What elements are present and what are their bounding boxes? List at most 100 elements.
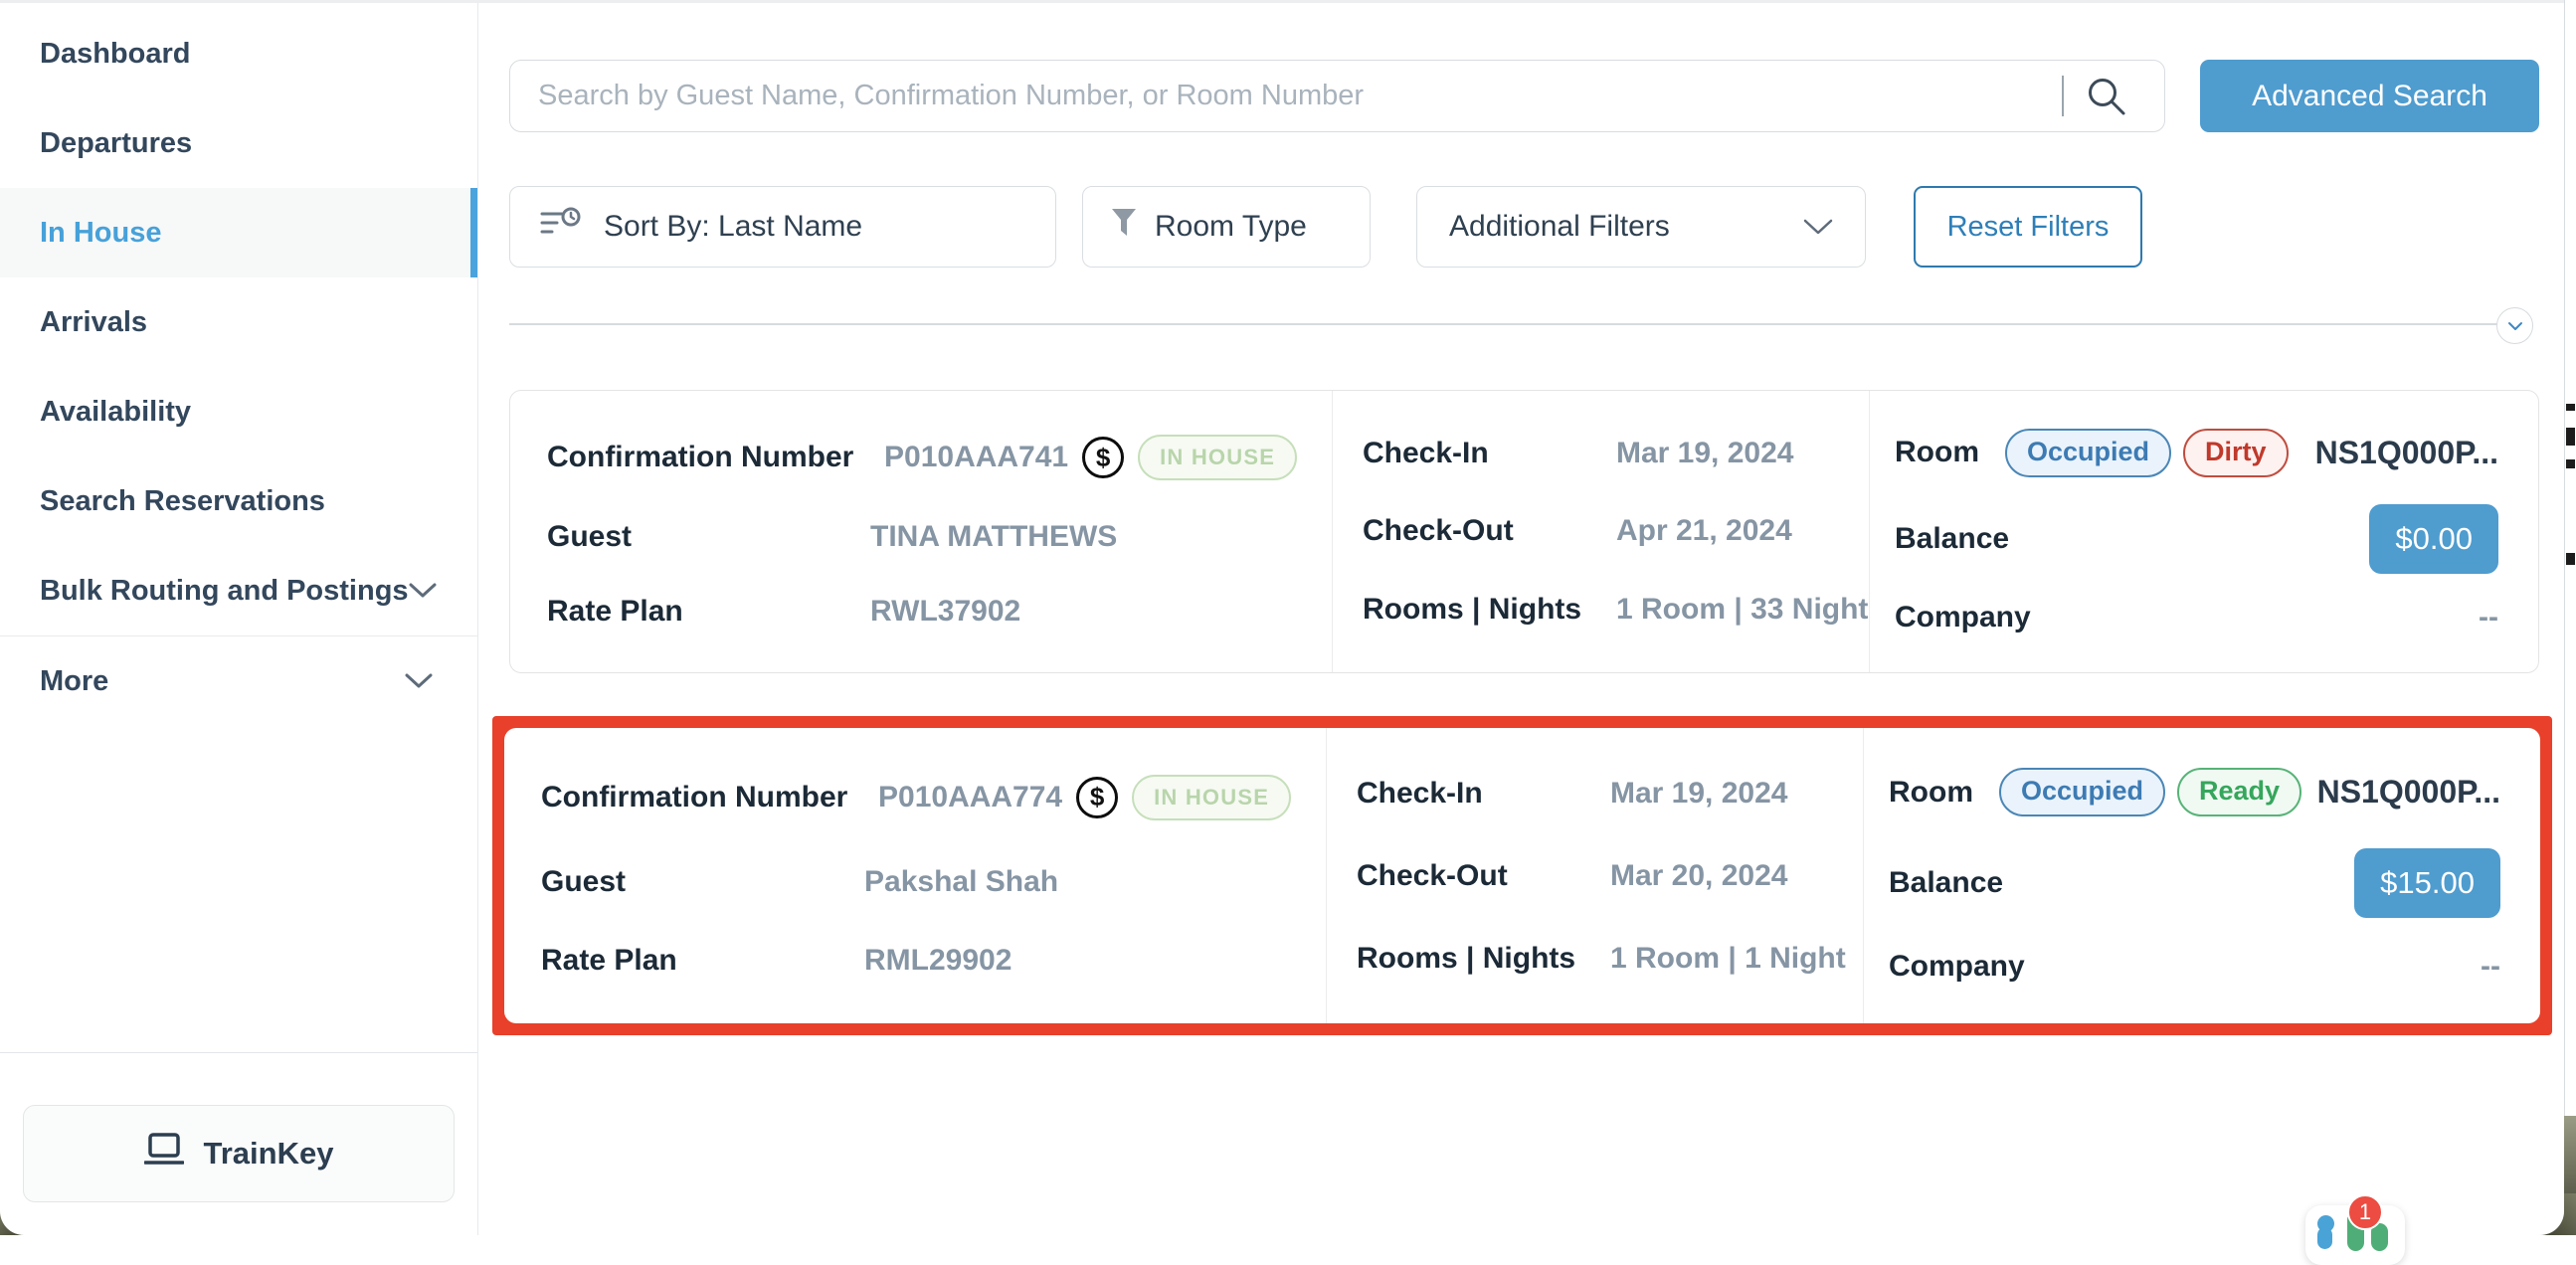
laptop-icon [144,1133,184,1175]
sort-by-label: Sort By: Last Name [604,210,862,244]
sidebar-item-in-house[interactable]: In House [0,188,477,277]
rate-plan-label: Rate Plan [547,595,870,629]
guest-label: Guest [547,520,870,554]
sidebar-item-departures[interactable]: Departures [0,98,477,188]
search-icon[interactable] [2086,76,2127,122]
sidebar-item-search-reservations[interactable]: Search Reservations [0,456,477,546]
guest-row: Guest Pakshal Shah [541,865,1306,899]
sidebar-item-more[interactable]: More [0,636,477,726]
additional-filters-button[interactable]: Additional Filters [1416,186,1866,268]
room-type-label: Room Type [1155,210,1307,244]
chat-icon-shape [2317,1227,2332,1249]
checkout-label: Check-Out [1363,514,1616,548]
reservation-card[interactable]: Confirmation Number P010AAA741 $ IN HOUS… [509,390,2539,673]
card-dates-column: Check-In Mar 19, 2024 Check-Out Mar 20, … [1326,728,1863,1023]
screen-edge-artifact [2566,459,2575,468]
balance-button[interactable]: $15.00 [2354,848,2500,918]
room-row: Room Occupied Ready NS1Q000P... [1889,768,2500,816]
sidebar-item-dashboard[interactable]: Dashboard [0,9,477,98]
company-row: Company -- [1889,950,2500,984]
advanced-search-button[interactable]: Advanced Search [2200,60,2539,132]
sidebar-item-arrivals[interactable]: Arrivals [0,277,477,367]
chevron-down-icon [1803,210,1833,244]
funnel-icon [1111,208,1137,246]
confirmation-label: Confirmation Number [547,441,870,474]
screen-edge-artifact [2566,428,2575,446]
sidebar-item-label: In House [40,217,161,250]
checkout-row: Check-Out Apr 21, 2024 [1363,514,1869,548]
room-occupancy-badge: Occupied [1999,768,2165,816]
balance-row: Balance $15.00 [1889,848,2500,918]
room-number: NS1Q000P... [2317,774,2500,811]
room-clean-status-badge: Ready [2177,768,2301,816]
chevron-down-icon [405,673,433,689]
screen-edge-artifact [2566,553,2575,565]
rooms-nights-label: Rooms | Nights [1357,942,1610,976]
balance-button[interactable]: $0.00 [2369,504,2498,574]
sidebar-nav-list: Dashboard Departures In House Arrivals A… [0,9,477,726]
card-room-column: Room Occupied Ready NS1Q000P... Balance … [1863,728,2540,1023]
checkin-row: Check-In Mar 19, 2024 [1363,437,1869,470]
additional-filters-label: Additional Filters [1449,210,1670,244]
checkout-row: Check-Out Mar 20, 2024 [1357,859,1863,893]
search-input[interactable] [509,60,2165,132]
sidebar-item-label: More [40,665,108,698]
screen-edge-artifact [2566,404,2575,411]
notification-badge[interactable]: 1 [2347,1194,2383,1230]
checkin-date: Mar 19, 2024 [1610,777,1787,811]
company-label: Company [1889,950,2025,984]
guest-row: Guest TINA MATTHEWS [547,520,1312,554]
highlight-frame: Confirmation Number P010AAA774 $ IN HOUS… [492,716,2552,1035]
sidebar-bottom-divider [0,1052,477,1053]
rooms-nights-row: Rooms | Nights 1 Room | 33 Night [1363,593,1869,627]
room-type-button[interactable]: Room Type [1082,186,1371,268]
dollar-icon[interactable]: $ [1082,437,1124,478]
chevron-down-icon [2507,321,2523,331]
sidebar-item-label: Arrivals [40,306,147,339]
checkout-label: Check-Out [1357,859,1610,893]
list-divider [509,323,2511,325]
sidebar-item-label: Search Reservations [40,485,325,518]
collapse-toggle-button[interactable] [2496,307,2533,344]
screen-right-edge [2564,0,2576,1235]
balance-label: Balance [1895,522,2009,556]
balance-row: Balance $0.00 [1895,504,2498,574]
confirmation-row: Confirmation Number P010AAA741 $ IN HOUS… [547,435,1312,480]
confirmation-number: P010AAA774 [878,781,1062,814]
company-value: -- [2479,601,2498,634]
sidebar-item-label: Dashboard [40,38,190,71]
checkin-row: Check-In Mar 19, 2024 [1357,777,1863,811]
status-badge: IN HOUSE [1138,435,1297,480]
rate-plan-row: Rate Plan RWL37902 [547,595,1312,629]
notification-count: 1 [2359,1199,2371,1225]
checkin-label: Check-In [1363,437,1616,470]
room-label: Room [1889,776,1973,810]
window-rounded-corner [2506,1177,2564,1235]
dollar-icon[interactable]: $ [1076,777,1118,818]
guest-name: TINA MATTHEWS [870,520,1117,554]
sidebar: Dashboard Departures In House Arrivals A… [0,3,478,1235]
rooms-nights-row: Rooms | Nights 1 Room | 1 Night [1357,942,1863,976]
sidebar-item-label: Departures [40,127,192,160]
sidebar-item-bulk-routing[interactable]: Bulk Routing and Postings [0,546,477,635]
search-separator [2062,76,2064,116]
rate-plan-value: RWL37902 [870,595,1020,629]
confirmation-label: Confirmation Number [541,781,864,814]
reservation-card-highlighted[interactable]: Confirmation Number P010AAA774 $ IN HOUS… [504,728,2540,1023]
reset-filters-button[interactable]: Reset Filters [1914,186,2142,268]
trainkey-button[interactable]: TrainKey [23,1105,455,1202]
sidebar-item-availability[interactable]: Availability [0,367,477,456]
trainkey-label: TrainKey [204,1136,334,1172]
sidebar-item-label: Availability [40,396,191,429]
checkout-date: Mar 20, 2024 [1610,859,1787,893]
guest-name: Pakshal Shah [864,865,1058,899]
card-room-column: Room Occupied Dirty NS1Q000P... Balance … [1869,391,2538,672]
rate-plan-value: RML29902 [864,944,1012,978]
checkin-date: Mar 19, 2024 [1616,437,1793,470]
sidebar-item-label: Bulk Routing and Postings [40,575,409,608]
room-number: NS1Q000P... [2315,435,2498,471]
rate-plan-label: Rate Plan [541,944,864,978]
company-label: Company [1895,601,2031,634]
rooms-nights-value: 1 Room | 1 Night [1610,942,1846,976]
sort-by-button[interactable]: Sort By: Last Name [509,186,1056,268]
